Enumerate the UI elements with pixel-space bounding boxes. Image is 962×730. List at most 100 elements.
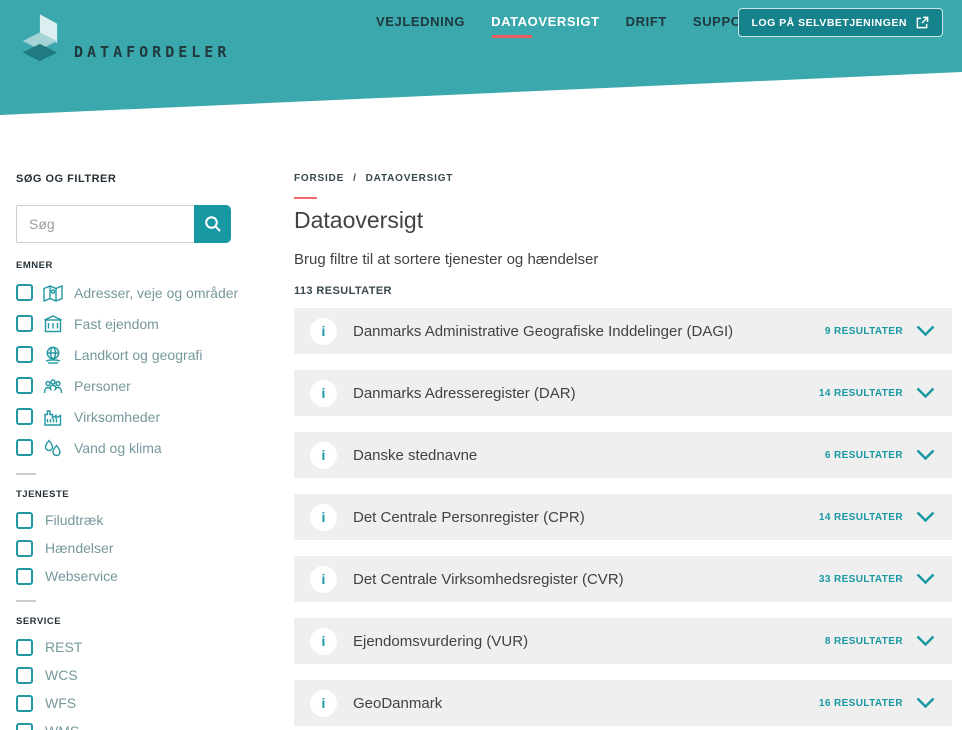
info-icon[interactable]: i bbox=[310, 442, 337, 469]
checkbox-virksomheder[interactable] bbox=[16, 408, 33, 425]
chevron-down-icon[interactable] bbox=[916, 697, 935, 709]
filter-sidebar: SØG OG FILTRER EMNER bbox=[0, 120, 278, 730]
header: DATAFORDELER VEJLEDNING DATAOVERSIGT DRI… bbox=[0, 0, 962, 120]
row-title: Det Centrale Personregister (CPR) bbox=[353, 509, 585, 526]
filter-label: Webservice bbox=[45, 568, 118, 584]
checkbox-wms[interactable] bbox=[16, 723, 33, 730]
row-result-count: 6 RESULTATER bbox=[825, 450, 903, 461]
logo[interactable]: DATAFORDELER bbox=[14, 13, 230, 71]
sidebar-title: SØG OG FILTRER bbox=[16, 173, 248, 185]
breadcrumb-current: DATAOVERSIGT bbox=[366, 173, 454, 184]
row-result-count: 16 RESULTATER bbox=[819, 698, 903, 709]
filter-haendelser[interactable]: Hændelser bbox=[16, 534, 248, 562]
accordion-row-cpr[interactable]: i Det Centrale Personregister (CPR) 14 R… bbox=[294, 494, 952, 540]
filter-rest[interactable]: REST bbox=[16, 633, 248, 661]
filter-landkort[interactable]: Landkort og geografi bbox=[16, 339, 248, 370]
search-button[interactable] bbox=[194, 205, 231, 243]
filter-wms[interactable]: WMS bbox=[16, 717, 248, 730]
filter-label: WMS bbox=[45, 723, 79, 730]
checkbox-wcs[interactable] bbox=[16, 667, 33, 684]
filter-filudtraek[interactable]: Filudtræk bbox=[16, 506, 248, 534]
accordion-row-cvr[interactable]: i Det Centrale Virksomhedsregister (CVR)… bbox=[294, 556, 952, 602]
nav-item-vejledning[interactable]: VEJLEDNING bbox=[376, 14, 465, 38]
chevron-down-icon[interactable] bbox=[916, 387, 935, 399]
chevron-down-icon[interactable] bbox=[916, 325, 935, 337]
filter-label: Personer bbox=[74, 378, 131, 394]
filter-wcs[interactable]: WCS bbox=[16, 661, 248, 689]
external-link-icon bbox=[916, 16, 929, 29]
info-icon[interactable]: i bbox=[310, 628, 337, 655]
filter-wfs[interactable]: WFS bbox=[16, 689, 248, 717]
checkbox-fast-ejendom[interactable] bbox=[16, 315, 33, 332]
checkbox-haendelser[interactable] bbox=[16, 540, 33, 557]
checkbox-landkort[interactable] bbox=[16, 346, 33, 363]
factory-icon bbox=[42, 406, 64, 428]
login-button-label: LOG PÅ SELVBETJENINGEN bbox=[752, 17, 908, 29]
people-icon bbox=[42, 375, 64, 397]
checkbox-rest[interactable] bbox=[16, 639, 33, 656]
login-button[interactable]: LOG PÅ SELVBETJENINGEN bbox=[738, 8, 944, 37]
main-content: FORSIDE / DATAOVERSIGT Dataoversigt Brug… bbox=[278, 120, 962, 730]
chevron-down-icon[interactable] bbox=[916, 635, 935, 647]
info-icon[interactable]: i bbox=[310, 504, 337, 531]
sidebar-divider bbox=[16, 473, 36, 475]
search-input[interactable] bbox=[16, 205, 194, 243]
row-result-count: 8 RESULTATER bbox=[825, 636, 903, 647]
info-icon[interactable]: i bbox=[310, 566, 337, 593]
filter-label: Vand og klima bbox=[74, 440, 162, 456]
checkbox-wfs[interactable] bbox=[16, 695, 33, 712]
row-result-count: 14 RESULTATER bbox=[819, 512, 903, 523]
page-title: Dataoversigt bbox=[294, 207, 952, 234]
row-result-count: 14 RESULTATER bbox=[819, 388, 903, 399]
row-title: Danske stednavne bbox=[353, 447, 477, 464]
accordion-row-vur[interactable]: i Ejendomsvurdering (VUR) 8 RESULTATER bbox=[294, 618, 952, 664]
info-icon[interactable]: i bbox=[310, 690, 337, 717]
content: SØG OG FILTRER EMNER bbox=[0, 120, 962, 730]
checkbox-filudtraek[interactable] bbox=[16, 512, 33, 529]
accordion-row-dagi[interactable]: i Danmarks Administrative Geografiske In… bbox=[294, 308, 952, 354]
nav-item-dataoversigt[interactable]: DATAOVERSIGT bbox=[491, 14, 600, 38]
breadcrumb: FORSIDE / DATAOVERSIGT bbox=[294, 173, 952, 184]
row-title: GeoDanmark bbox=[353, 695, 442, 712]
page-subtitle: Brug filtre til at sortere tjenester og … bbox=[294, 251, 952, 268]
checkbox-vand-klima[interactable] bbox=[16, 439, 33, 456]
row-title: Danmarks Adresseregister (DAR) bbox=[353, 385, 576, 402]
breadcrumb-separator: / bbox=[353, 173, 357, 184]
filter-label: Fast ejendom bbox=[74, 316, 159, 332]
filter-label: WCS bbox=[45, 667, 78, 683]
checkbox-adresser[interactable] bbox=[16, 284, 33, 301]
row-result-count: 9 RESULTATER bbox=[825, 326, 903, 337]
chevron-down-icon[interactable] bbox=[916, 511, 935, 523]
accent-line bbox=[294, 197, 317, 199]
filter-vand-klima[interactable]: Vand og klima bbox=[16, 432, 248, 463]
tjeneste-heading: TJENESTE bbox=[16, 489, 248, 500]
emner-heading: EMNER bbox=[16, 260, 248, 271]
chevron-down-icon[interactable] bbox=[916, 573, 935, 585]
nav-item-drift[interactable]: DRIFT bbox=[626, 14, 667, 38]
info-icon[interactable]: i bbox=[310, 380, 337, 407]
results-count: 113 RESULTATER bbox=[294, 285, 952, 297]
checkbox-personer[interactable] bbox=[16, 377, 33, 394]
chevron-down-icon[interactable] bbox=[916, 449, 935, 461]
map-icon bbox=[42, 282, 64, 304]
search-box bbox=[16, 205, 231, 243]
filter-fast-ejendom[interactable]: Fast ejendom bbox=[16, 308, 248, 339]
water-icon bbox=[42, 437, 64, 459]
main-nav: VEJLEDNING DATAOVERSIGT DRIFT SUPPORT bbox=[376, 14, 786, 38]
search-icon bbox=[204, 215, 222, 233]
filter-label: Landkort og geografi bbox=[74, 347, 202, 363]
accordion-row-dar[interactable]: i Danmarks Adresseregister (DAR) 14 RESU… bbox=[294, 370, 952, 416]
filter-virksomheder[interactable]: Virksomheder bbox=[16, 401, 248, 432]
breadcrumb-home[interactable]: FORSIDE bbox=[294, 173, 344, 184]
checkbox-webservice[interactable] bbox=[16, 568, 33, 585]
accordion-row-stednavne[interactable]: i Danske stednavne 6 RESULTATER bbox=[294, 432, 952, 478]
filter-personer[interactable]: Personer bbox=[16, 370, 248, 401]
info-icon[interactable]: i bbox=[310, 318, 337, 345]
filter-webservice[interactable]: Webservice bbox=[16, 562, 248, 590]
row-title: Danmarks Administrative Geografiske Indd… bbox=[353, 323, 733, 340]
row-title: Ejendomsvurdering (VUR) bbox=[353, 633, 528, 650]
accordion-row-geodanmark[interactable]: i GeoDanmark 16 RESULTATER bbox=[294, 680, 952, 726]
filter-adresser[interactable]: Adresser, veje og områder bbox=[16, 277, 248, 308]
filter-label: Filudtræk bbox=[45, 512, 103, 528]
filter-label: Hændelser bbox=[45, 540, 113, 556]
